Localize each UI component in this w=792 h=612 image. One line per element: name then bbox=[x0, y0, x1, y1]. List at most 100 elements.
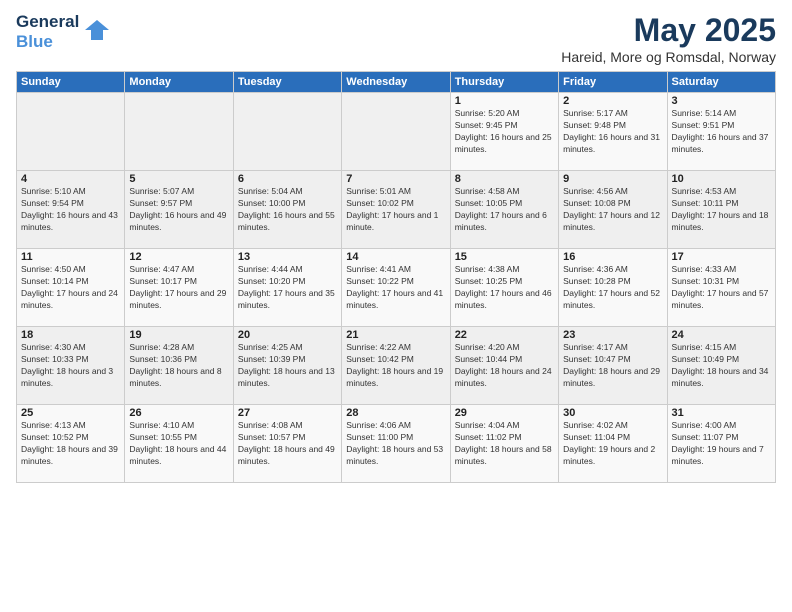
table-row: 17 Sunrise: 4:33 AM Sunset: 10:31 PM Day… bbox=[667, 249, 775, 327]
day-number: 4 bbox=[21, 173, 120, 185]
daylight: Daylight: 18 hours and 24 minutes. bbox=[455, 366, 554, 390]
sunset: Sunset: 10:39 PM bbox=[238, 354, 337, 366]
sunrise: Sunrise: 4:56 AM bbox=[563, 186, 662, 198]
table-row: 14 Sunrise: 4:41 AM Sunset: 10:22 PM Day… bbox=[342, 249, 450, 327]
table-row: 21 Sunrise: 4:22 AM Sunset: 10:42 PM Day… bbox=[342, 327, 450, 405]
sunrise: Sunrise: 4:17 AM bbox=[563, 342, 662, 354]
table-row: 25 Sunrise: 4:13 AM Sunset: 10:52 PM Day… bbox=[17, 405, 125, 483]
calendar-week-row: 4 Sunrise: 5:10 AM Sunset: 9:54 PM Dayli… bbox=[17, 171, 776, 249]
day-number: 14 bbox=[346, 251, 445, 263]
daylight: Daylight: 17 hours and 18 minutes. bbox=[672, 210, 771, 234]
sunset: Sunset: 10:22 PM bbox=[346, 276, 445, 288]
sunrise: Sunrise: 4:41 AM bbox=[346, 264, 445, 276]
daylight: Daylight: 16 hours and 55 minutes. bbox=[238, 210, 337, 234]
sunset: Sunset: 11:00 PM bbox=[346, 432, 445, 444]
sunrise: Sunrise: 4:44 AM bbox=[238, 264, 337, 276]
day-info: Sunrise: 5:20 AM Sunset: 9:45 PM Dayligh… bbox=[455, 108, 554, 156]
table-row: 31 Sunrise: 4:00 AM Sunset: 11:07 PM Day… bbox=[667, 405, 775, 483]
daylight: Daylight: 17 hours and 46 minutes. bbox=[455, 288, 554, 312]
daylight: Daylight: 17 hours and 6 minutes. bbox=[455, 210, 554, 234]
daylight: Daylight: 16 hours and 37 minutes. bbox=[672, 132, 771, 156]
sunset: Sunset: 10:31 PM bbox=[672, 276, 771, 288]
day-number: 9 bbox=[563, 173, 662, 185]
sunset: Sunset: 9:51 PM bbox=[672, 120, 771, 132]
sunrise: Sunrise: 4:02 AM bbox=[563, 420, 662, 432]
daylight: Daylight: 18 hours and 3 minutes. bbox=[21, 366, 120, 390]
sunrise: Sunrise: 4:10 AM bbox=[129, 420, 228, 432]
page: General Blue May 2025 Hareid, More og Ro… bbox=[0, 0, 792, 612]
sunset: Sunset: 10:55 PM bbox=[129, 432, 228, 444]
sunset: Sunset: 10:47 PM bbox=[563, 354, 662, 366]
daylight: Daylight: 18 hours and 8 minutes. bbox=[129, 366, 228, 390]
day-info: Sunrise: 4:58 AM Sunset: 10:05 PM Daylig… bbox=[455, 186, 554, 234]
day-info: Sunrise: 4:44 AM Sunset: 10:20 PM Daylig… bbox=[238, 264, 337, 312]
col-friday: Friday bbox=[559, 72, 667, 93]
day-number: 23 bbox=[563, 329, 662, 341]
table-row: 7 Sunrise: 5:01 AM Sunset: 10:02 PM Dayl… bbox=[342, 171, 450, 249]
daylight: Daylight: 17 hours and 1 minute. bbox=[346, 210, 445, 234]
day-info: Sunrise: 4:33 AM Sunset: 10:31 PM Daylig… bbox=[672, 264, 771, 312]
daylight: Daylight: 18 hours and 49 minutes. bbox=[238, 444, 337, 468]
table-row: 1 Sunrise: 5:20 AM Sunset: 9:45 PM Dayli… bbox=[450, 93, 558, 171]
calendar-table: Sunday Monday Tuesday Wednesday Thursday… bbox=[16, 71, 776, 483]
day-info: Sunrise: 4:13 AM Sunset: 10:52 PM Daylig… bbox=[21, 420, 120, 468]
logo: General Blue bbox=[16, 12, 111, 52]
sunrise: Sunrise: 4:00 AM bbox=[672, 420, 771, 432]
sunset: Sunset: 9:57 PM bbox=[129, 198, 228, 210]
sunset: Sunset: 10:52 PM bbox=[21, 432, 120, 444]
day-info: Sunrise: 5:10 AM Sunset: 9:54 PM Dayligh… bbox=[21, 186, 120, 234]
calendar-week-row: 25 Sunrise: 4:13 AM Sunset: 10:52 PM Day… bbox=[17, 405, 776, 483]
day-info: Sunrise: 4:28 AM Sunset: 10:36 PM Daylig… bbox=[129, 342, 228, 390]
day-number: 16 bbox=[563, 251, 662, 263]
day-info: Sunrise: 4:02 AM Sunset: 11:04 PM Daylig… bbox=[563, 420, 662, 468]
day-info: Sunrise: 4:47 AM Sunset: 10:17 PM Daylig… bbox=[129, 264, 228, 312]
sunset: Sunset: 10:57 PM bbox=[238, 432, 337, 444]
day-number: 21 bbox=[346, 329, 445, 341]
daylight: Daylight: 18 hours and 29 minutes. bbox=[563, 366, 662, 390]
day-info: Sunrise: 4:17 AM Sunset: 10:47 PM Daylig… bbox=[563, 342, 662, 390]
sunrise: Sunrise: 4:53 AM bbox=[672, 186, 771, 198]
day-number: 20 bbox=[238, 329, 337, 341]
sunrise: Sunrise: 4:15 AM bbox=[672, 342, 771, 354]
sunrise: Sunrise: 4:47 AM bbox=[129, 264, 228, 276]
day-number: 28 bbox=[346, 407, 445, 419]
sunset: Sunset: 10:28 PM bbox=[563, 276, 662, 288]
sunset: Sunset: 10:02 PM bbox=[346, 198, 445, 210]
day-number: 8 bbox=[455, 173, 554, 185]
table-row: 16 Sunrise: 4:36 AM Sunset: 10:28 PM Day… bbox=[559, 249, 667, 327]
sunrise: Sunrise: 5:20 AM bbox=[455, 108, 554, 120]
day-number: 29 bbox=[455, 407, 554, 419]
sunset: Sunset: 10:49 PM bbox=[672, 354, 771, 366]
sunset: Sunset: 10:17 PM bbox=[129, 276, 228, 288]
sunrise: Sunrise: 4:33 AM bbox=[672, 264, 771, 276]
day-info: Sunrise: 5:04 AM Sunset: 10:00 PM Daylig… bbox=[238, 186, 337, 234]
sunrise: Sunrise: 4:04 AM bbox=[455, 420, 554, 432]
day-info: Sunrise: 4:00 AM Sunset: 11:07 PM Daylig… bbox=[672, 420, 771, 468]
day-info: Sunrise: 4:06 AM Sunset: 11:00 PM Daylig… bbox=[346, 420, 445, 468]
table-row: 30 Sunrise: 4:02 AM Sunset: 11:04 PM Day… bbox=[559, 405, 667, 483]
col-monday: Monday bbox=[125, 72, 233, 93]
day-info: Sunrise: 4:53 AM Sunset: 10:11 PM Daylig… bbox=[672, 186, 771, 234]
sunrise: Sunrise: 4:06 AM bbox=[346, 420, 445, 432]
sunrise: Sunrise: 4:08 AM bbox=[238, 420, 337, 432]
day-info: Sunrise: 4:36 AM Sunset: 10:28 PM Daylig… bbox=[563, 264, 662, 312]
calendar-week-row: 1 Sunrise: 5:20 AM Sunset: 9:45 PM Dayli… bbox=[17, 93, 776, 171]
daylight: Daylight: 16 hours and 43 minutes. bbox=[21, 210, 120, 234]
daylight: Daylight: 19 hours and 2 minutes. bbox=[563, 444, 662, 468]
day-number: 10 bbox=[672, 173, 771, 185]
table-row bbox=[125, 93, 233, 171]
day-info: Sunrise: 4:20 AM Sunset: 10:44 PM Daylig… bbox=[455, 342, 554, 390]
day-number: 18 bbox=[21, 329, 120, 341]
sunset: Sunset: 10:25 PM bbox=[455, 276, 554, 288]
table-row: 27 Sunrise: 4:08 AM Sunset: 10:57 PM Day… bbox=[233, 405, 341, 483]
day-number: 30 bbox=[563, 407, 662, 419]
sunrise: Sunrise: 4:58 AM bbox=[455, 186, 554, 198]
sunrise: Sunrise: 4:22 AM bbox=[346, 342, 445, 354]
table-row: 13 Sunrise: 4:44 AM Sunset: 10:20 PM Day… bbox=[233, 249, 341, 327]
table-row: 8 Sunrise: 4:58 AM Sunset: 10:05 PM Dayl… bbox=[450, 171, 558, 249]
table-row: 15 Sunrise: 4:38 AM Sunset: 10:25 PM Day… bbox=[450, 249, 558, 327]
day-info: Sunrise: 4:25 AM Sunset: 10:39 PM Daylig… bbox=[238, 342, 337, 390]
day-number: 12 bbox=[129, 251, 228, 263]
day-number: 17 bbox=[672, 251, 771, 263]
table-row: 22 Sunrise: 4:20 AM Sunset: 10:44 PM Day… bbox=[450, 327, 558, 405]
